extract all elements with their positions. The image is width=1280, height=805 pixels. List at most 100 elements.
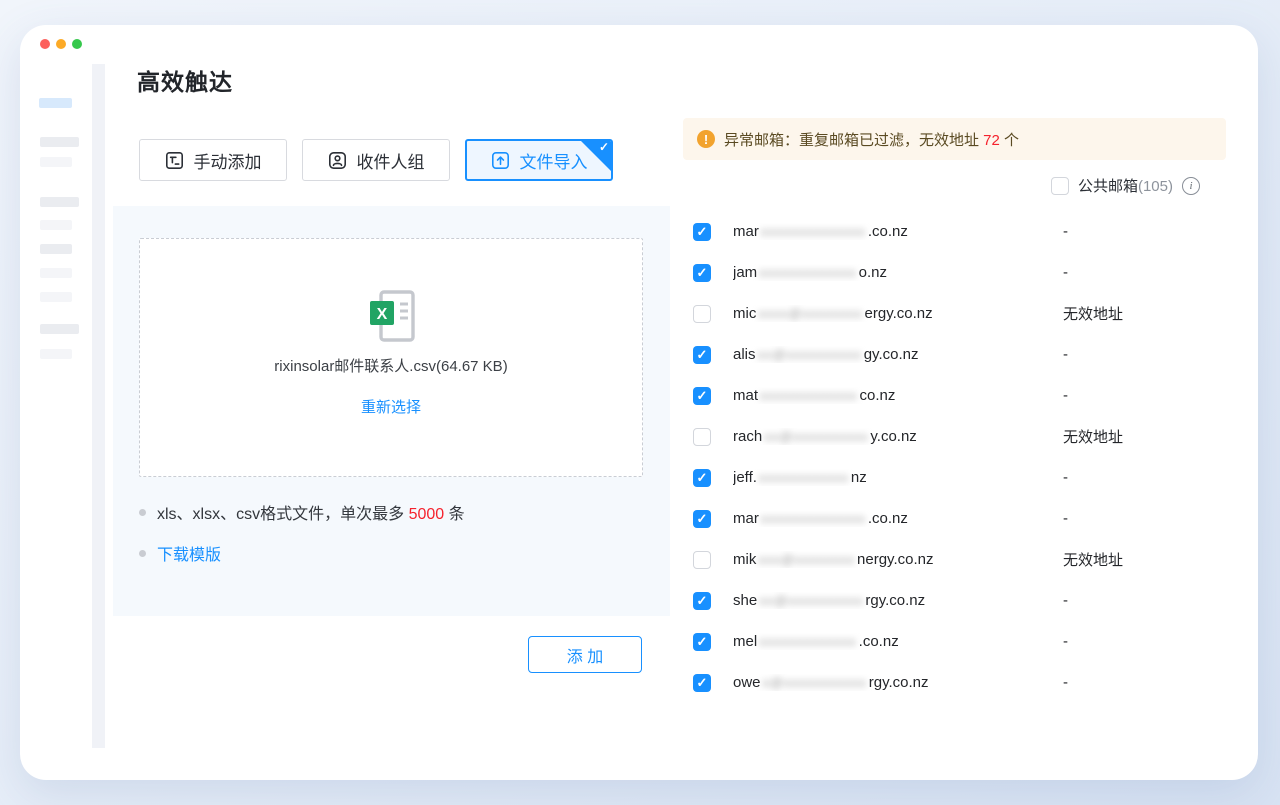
email-row-checkbox[interactable]: ✓ [693,674,711,692]
close-window-icon[interactable] [40,39,50,49]
sidebar-item[interactable] [40,157,72,167]
email-row-checkbox[interactable] [693,305,711,323]
email-prefix: jam [733,264,757,281]
page-title: 高效触达 [137,63,233,97]
email-hidden-blur: xxxxxxxxxxxxxx [761,511,866,526]
sidebar-item[interactable] [40,268,72,278]
email-suffix: o.nz [859,264,887,281]
email-row: ✓ matxxxxxxxxxxxxxco.nz - [683,375,1226,416]
abnormal-mailbox-alert: ! 异常邮箱：重复邮箱已过滤，无效地址 72 个 [683,118,1226,160]
upload-panel: X rixinsolar邮件联系人.csv(64.67 KB) 重新选择 xls… [113,206,670,616]
email-row-checkbox[interactable]: ✓ [693,223,711,241]
excel-file-icon: X [364,289,418,343]
email-status: - [1063,592,1068,609]
sidebar-item[interactable] [40,292,72,302]
check-icon: ✓ [697,348,708,361]
email-status: 无效地址 [1063,549,1123,570]
email-address: marxxxxxxxxxxxxxx.co.nz [733,223,1063,240]
email-row-checkbox[interactable]: ✓ [693,633,711,651]
import-mode-tabs: 手动添加 收件人组 文件导入 ✓ [139,139,613,181]
bullet-icon [139,509,146,516]
recipient-group-icon [328,151,347,170]
email-row-checkbox[interactable]: ✓ [693,387,711,405]
check-icon: ✓ [697,389,708,402]
email-status: 无效地址 [1063,303,1123,324]
maximize-window-icon[interactable] [72,39,82,49]
selected-file-name: rixinsolar邮件联系人.csv(64.67 KB) [274,355,507,376]
desktop-background: 高效触达 手动添加 收件人组 [0,0,1280,805]
reselect-file-link[interactable]: 重新选择 [361,396,421,417]
bullet-icon [139,550,146,557]
email-suffix: nz [851,469,867,486]
email-prefix: mic [733,305,756,322]
email-address: owex@xxxxxxxxxxxrgy.co.nz [733,674,1063,691]
tab-label: 收件人组 [357,148,425,173]
email-hidden-blur: xxx@xxxxxxxx [758,552,855,567]
tab-recipient-group[interactable]: 收件人组 [302,139,450,181]
sidebar-item[interactable] [40,220,72,230]
email-address: shexx@xxxxxxxxxxrgy.co.nz [733,592,1063,609]
public-mailbox-checkbox[interactable] [1051,177,1069,195]
email-row-checkbox[interactable]: ✓ [693,469,711,487]
email-suffix: .co.nz [868,510,908,527]
tab-manual-add[interactable]: 手动添加 [139,139,287,181]
email-row: ✓ owex@xxxxxxxxxxxrgy.co.nz - [683,662,1226,703]
email-row-checkbox[interactable] [693,551,711,569]
email-status: - [1063,346,1068,363]
download-template-link[interactable]: 下载模版 [157,541,221,565]
email-row: ✓ shexx@xxxxxxxxxxrgy.co.nz - [683,580,1226,621]
email-row: ✓ marxxxxxxxxxxxxxx.co.nz - [683,211,1226,252]
email-status: - [1063,674,1068,691]
email-prefix: mel [733,633,757,650]
format-hint: xls、xlsx、csv格式文件，单次最多 5000 条 [139,500,465,524]
email-hidden-blur: xxxx@xxxxxxxx [758,306,862,321]
sidebar-item[interactable] [40,197,79,207]
email-suffix: rgy.co.nz [869,674,929,691]
email-row-checkbox[interactable]: ✓ [693,510,711,528]
email-row-checkbox[interactable]: ✓ [693,346,711,364]
sidebar-item[interactable] [40,137,79,147]
email-row: ✓ jamxxxxxxxxxxxxxo.nz - [683,252,1226,293]
public-mailbox-count: (105) [1138,178,1173,195]
email-prefix: she [733,592,757,609]
email-row: micxxxx@xxxxxxxxergy.co.nz 无效地址 [683,293,1226,334]
email-hidden-blur: xxxxxxxxxxxx [759,470,849,485]
file-dropzone[interactable]: X rixinsolar邮件联系人.csv(64.67 KB) 重新选择 [139,238,643,477]
svg-text:X: X [377,306,388,323]
email-hidden-blur: xx@xxxxxxxxxx [758,347,862,362]
sidebar-item[interactable] [40,244,72,254]
email-status: - [1063,223,1068,240]
sidebar-item-active[interactable] [39,98,72,108]
email-row: ✓ melxxxxxxxxxxxxx.co.nz - [683,621,1226,662]
email-suffix: .co.nz [868,223,908,240]
max-count: 5000 [409,506,445,523]
email-status: - [1063,510,1068,527]
public-mailbox-row: 公共邮箱(105) i [1051,175,1200,196]
email-row-checkbox[interactable]: ✓ [693,592,711,610]
sidebar-item[interactable] [40,324,79,334]
email-row-checkbox[interactable]: ✓ [693,264,711,282]
email-suffix: co.nz [860,387,896,404]
tab-file-import[interactable]: 文件导入 ✓ [465,139,613,181]
add-button[interactable]: 添 加 [528,636,642,673]
check-icon: ✓ [697,635,708,648]
email-prefix: alis [733,346,756,363]
email-address: jeff.xxxxxxxxxxxxnz [733,469,1063,486]
email-row: ✓ alisxx@xxxxxxxxxxgy.co.nz - [683,334,1226,375]
public-mailbox-label: 公共邮箱(105) [1078,175,1173,196]
minimize-window-icon[interactable] [56,39,66,49]
template-hint: 下载模版 [139,541,221,565]
check-icon: ✓ [697,512,708,525]
tab-label: 文件导入 [520,148,588,173]
email-row: mikxxx@xxxxxxxxnergy.co.nz 无效地址 [683,539,1226,580]
email-suffix: nergy.co.nz [857,551,933,568]
check-icon: ✓ [697,471,708,484]
email-hidden-blur: xxxxxxxxxxxxx [760,388,858,403]
email-prefix: rach [733,428,762,445]
sidebar-divider [92,64,105,748]
sidebar-item[interactable] [40,349,72,359]
email-prefix: mat [733,387,758,404]
info-icon[interactable]: i [1182,177,1200,195]
file-import-icon [491,151,510,170]
email-row-checkbox[interactable] [693,428,711,446]
